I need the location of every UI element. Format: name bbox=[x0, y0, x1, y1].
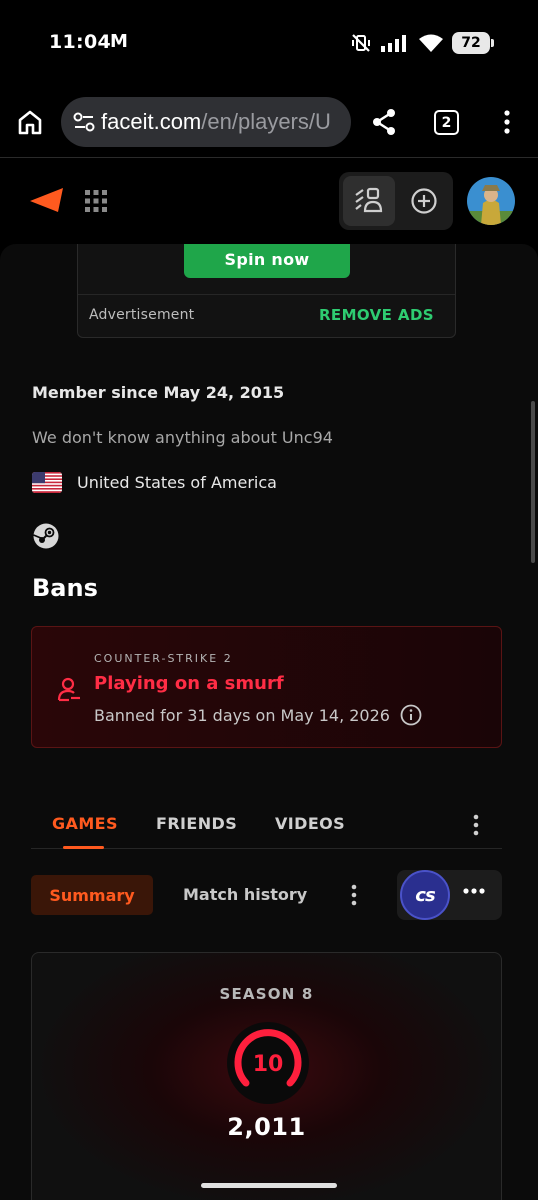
active-tab-indicator bbox=[63, 846, 104, 849]
profile-content: Spin now Advertisement REMOVE ADS Member… bbox=[0, 244, 538, 1200]
ban-detail-row: Banned for 31 days on May 14, 2026 bbox=[94, 704, 422, 726]
status-bar: 11:04 M 72 bbox=[0, 0, 538, 86]
find-players-icon bbox=[355, 187, 383, 213]
match-history-button[interactable]: Match history bbox=[183, 885, 307, 904]
find-players-button[interactable] bbox=[343, 176, 395, 226]
avatar-image bbox=[467, 177, 515, 225]
vibrate-off-icon bbox=[352, 34, 370, 52]
add-circle-icon bbox=[411, 188, 437, 214]
faceit-logo-icon[interactable] bbox=[30, 188, 63, 212]
tab-videos[interactable]: VIDEOS bbox=[275, 814, 345, 833]
season-stats-card: SEASON 8 10 2,011 bbox=[31, 952, 502, 1200]
user-ban-icon bbox=[57, 677, 80, 702]
elo-value: 2,011 bbox=[227, 1113, 306, 1141]
country-name: United States of America bbox=[77, 473, 277, 492]
wifi-icon bbox=[419, 34, 443, 52]
more-horiz-icon[interactable] bbox=[463, 887, 485, 895]
header-actions bbox=[339, 172, 453, 230]
skill-level-gauge: 10 bbox=[227, 1022, 309, 1104]
home-indicator[interactable] bbox=[201, 1183, 337, 1188]
gmail-icon: M bbox=[110, 31, 128, 52]
steam-icon[interactable] bbox=[33, 523, 59, 549]
url-path: /en/players/U bbox=[201, 109, 331, 134]
summary-button[interactable]: Summary bbox=[31, 875, 153, 915]
signal-icon bbox=[381, 35, 406, 52]
user-avatar[interactable] bbox=[465, 175, 517, 227]
battery-indicator: 72 bbox=[452, 32, 494, 54]
create-button[interactable] bbox=[399, 176, 449, 226]
ban-game-label: COUNTER-STRIKE 2 bbox=[94, 652, 233, 665]
member-since: Member since May 24, 2015 bbox=[32, 383, 285, 402]
ad-divider bbox=[78, 294, 455, 295]
ban-card: COUNTER-STRIKE 2 Playing on a smurf Bann… bbox=[31, 626, 502, 748]
url-text: faceit.com/en/players/U bbox=[101, 109, 331, 135]
country-row: United States of America bbox=[32, 472, 277, 493]
share-icon[interactable] bbox=[370, 107, 398, 137]
ban-detail-text: Banned for 31 days on May 14, 2026 bbox=[94, 705, 390, 725]
tab-switcher-button[interactable]: 2 bbox=[434, 110, 459, 135]
bans-title: Bans bbox=[32, 574, 98, 602]
remove-ads-link[interactable]: REMOVE ADS bbox=[319, 306, 434, 324]
scrollbar-thumb[interactable] bbox=[531, 401, 535, 563]
more-vert-icon[interactable] bbox=[497, 107, 517, 137]
us-flag-icon bbox=[32, 472, 62, 493]
ban-reason: Playing on a smurf bbox=[94, 673, 284, 694]
status-time: 11:04 bbox=[49, 31, 111, 53]
more-vert-icon[interactable] bbox=[472, 813, 480, 837]
site-settings-icon[interactable] bbox=[71, 111, 97, 133]
app-header bbox=[0, 158, 538, 244]
season-label: SEASON 8 bbox=[219, 985, 314, 1003]
more-vert-icon[interactable] bbox=[350, 883, 358, 907]
ad-label: Advertisement bbox=[89, 307, 195, 323]
status-icons: 72 bbox=[350, 31, 494, 55]
spin-now-button[interactable]: Spin now bbox=[184, 244, 350, 278]
tab-friends[interactable]: FRIENDS bbox=[156, 814, 237, 833]
address-bar[interactable]: faceit.com/en/players/U bbox=[61, 97, 351, 147]
game-selector[interactable]: cs bbox=[397, 870, 502, 920]
cs2-game-badge[interactable]: cs bbox=[400, 870, 450, 920]
tab-games[interactable]: GAMES bbox=[52, 814, 118, 833]
profile-tabs: GAMES FRIENDS VIDEOS bbox=[31, 804, 502, 849]
advertisement-box: Spin now Advertisement REMOVE ADS bbox=[77, 244, 456, 338]
home-icon[interactable] bbox=[14, 106, 46, 138]
url-host: faceit.com bbox=[101, 109, 202, 134]
about-text: We don't know anything about Unc94 bbox=[32, 428, 333, 447]
games-subnav: Summary Match history cs bbox=[31, 870, 502, 920]
apps-grid-icon[interactable] bbox=[85, 190, 107, 212]
browser-toolbar: faceit.com/en/players/U 2 bbox=[0, 86, 538, 158]
info-icon[interactable] bbox=[400, 704, 422, 726]
skill-level-value: 10 bbox=[253, 1052, 284, 1077]
